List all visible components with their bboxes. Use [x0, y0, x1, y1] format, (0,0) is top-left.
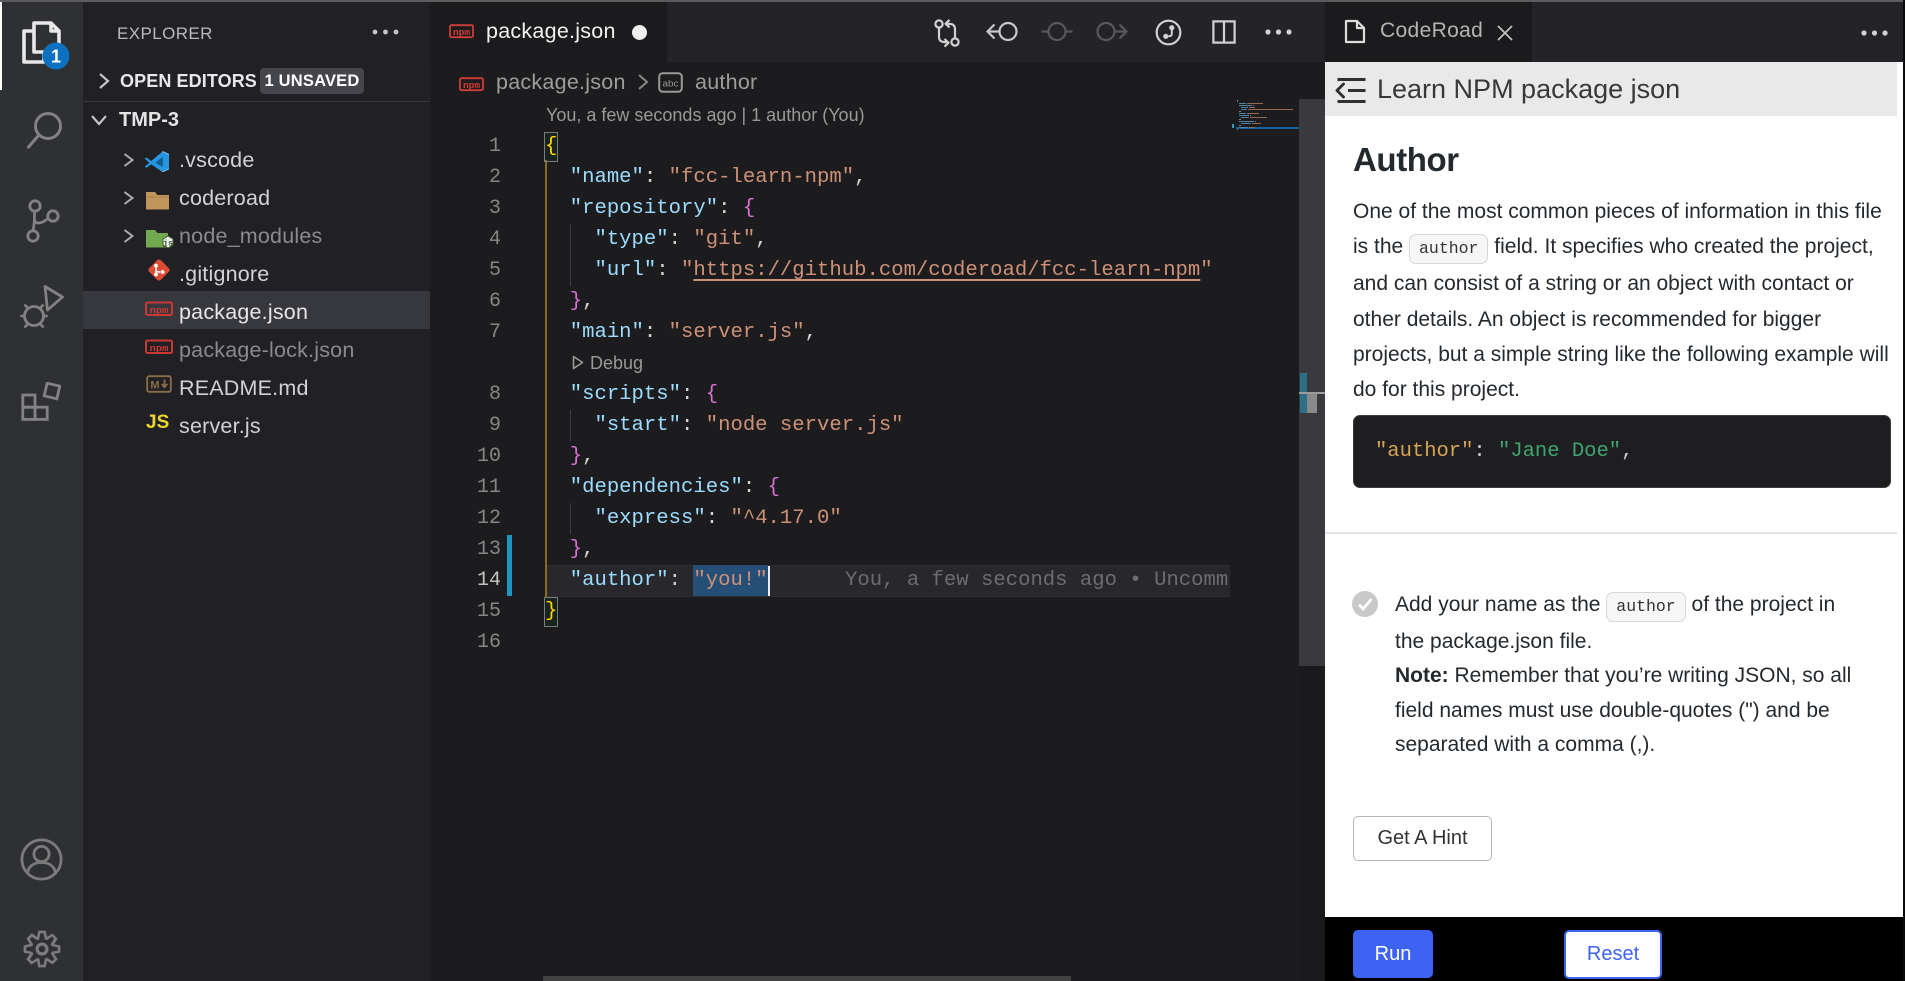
- svg-text:js: js: [163, 239, 173, 249]
- svg-text:M: M: [150, 380, 159, 392]
- svg-text:abc: abc: [663, 79, 679, 90]
- svg-text:npm: npm: [463, 81, 481, 91]
- svg-text:npm: npm: [150, 343, 169, 354]
- svg-text:1: 1: [51, 47, 61, 67]
- svg-text:npm: npm: [150, 305, 169, 316]
- svg-text:npm: npm: [453, 28, 471, 38]
